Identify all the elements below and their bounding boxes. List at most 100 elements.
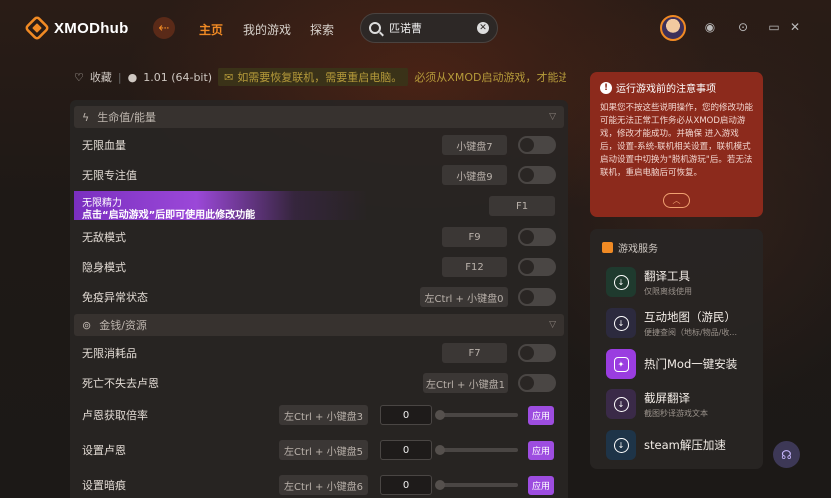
favorite-label[interactable]: 收藏 xyxy=(90,69,112,85)
section-money[interactable]: ⊚ 金钱/资源 ▽ xyxy=(74,314,564,336)
slider-thumb[interactable] xyxy=(435,480,445,490)
hotkey-button[interactable]: 左Ctrl + 小键盘3 xyxy=(279,405,368,425)
game-info-bar: ♡ 收藏 | ● 1.01 (64-bit) ✉ 如需要恢复联机，需要重启电脑。… xyxy=(74,68,566,86)
arrow-left-icon: ⇠ xyxy=(158,20,170,36)
settings-icon[interactable]: ◉ xyxy=(703,20,717,34)
apply-button[interactable]: 应用 xyxy=(528,405,554,425)
mod-toggle[interactable] xyxy=(518,258,556,276)
value-slider[interactable] xyxy=(435,480,518,490)
value-slider[interactable] xyxy=(435,410,518,420)
hotkey-button[interactable]: 小键盘7 xyxy=(442,135,507,155)
notice-banner: ✉ 如需要恢复联机，需要重启电脑。 xyxy=(218,68,409,86)
steam-accelerate-icon: ↓ xyxy=(606,430,636,460)
hotkey-button[interactable]: 左Ctrl + 小键盘6 xyxy=(279,475,368,495)
service-subtitle: 仅限离线使用 xyxy=(644,286,692,296)
mod-label: 死亡不失去卢恩 xyxy=(82,377,159,390)
steam-icon: ● xyxy=(127,70,138,84)
apply-button[interactable]: 应用 xyxy=(528,440,554,460)
service-subtitle: 截图秒译游戏文本 xyxy=(644,408,708,418)
mod-toggle[interactable] xyxy=(518,166,556,184)
mod-row: 无限消耗品 F7 xyxy=(70,338,568,368)
notice-text-2: 必须从XMOD启动游戏，才能进行 xyxy=(414,71,566,84)
search-icon xyxy=(369,22,381,34)
hotkey-button[interactable]: 左Ctrl + 小键盘0 xyxy=(420,287,508,307)
notice-text: 如需要恢复联机，需要重启电脑。 xyxy=(237,71,403,84)
headset-icon: ☊ xyxy=(781,447,792,462)
nav-my-games[interactable]: 我的游戏 xyxy=(243,21,291,38)
slider-thumb[interactable] xyxy=(435,445,445,455)
service-item[interactable]: ↓ 翻译工具仅限离线使用 xyxy=(606,265,756,299)
mod-label: 无限专注值 xyxy=(82,169,137,182)
nav-home[interactable]: 主页 xyxy=(199,21,223,38)
hotkey-button[interactable]: 小键盘9 xyxy=(442,165,507,185)
heart-icon[interactable]: ♡ xyxy=(74,71,84,84)
chevron-up-icon: ︿ xyxy=(672,196,681,205)
box-icon xyxy=(602,242,613,253)
hotkey-button[interactable]: 左Ctrl + 小键盘5 xyxy=(279,440,368,460)
value-input[interactable]: 0 xyxy=(380,475,432,495)
avatar[interactable] xyxy=(660,15,686,41)
launch-tip: 点击“启动游戏”后即可使用此修改功能 xyxy=(82,210,256,221)
back-button[interactable]: ⇠ xyxy=(153,17,175,39)
app-name: XMODhub xyxy=(54,19,129,37)
mod-toggle[interactable] xyxy=(518,288,556,306)
bolt-icon: ϟ xyxy=(82,110,90,124)
version-label[interactable]: 1.01 (64-bit) xyxy=(143,71,212,84)
mod-toggle[interactable] xyxy=(518,136,556,154)
nav-explore[interactable]: 探索 xyxy=(310,21,334,38)
service-item[interactable]: ↓ 互动地图（游民） 便捷查阅（地标/物品/收... xyxy=(606,306,756,340)
mod-toggle[interactable] xyxy=(518,344,556,362)
minimize-icon[interactable]: ⊙ xyxy=(736,20,750,34)
service-item[interactable]: ↓ 截屏翻译 截图秒译游戏文本 xyxy=(606,387,756,421)
app-logo[interactable]: XMODhub xyxy=(23,14,129,42)
value-mod-row: 卢恩获取倍率 左Ctrl + 小键盘3 0 应用 xyxy=(70,400,568,430)
mod-row: 无限专注值 小键盘9 xyxy=(70,160,568,190)
mod-row: 免疫异常状态 左Ctrl + 小键盘0 xyxy=(70,282,568,312)
service-title: steam解压加速 xyxy=(644,438,726,452)
mod-label: 无限消耗品 xyxy=(82,347,137,360)
value-input[interactable]: 0 xyxy=(380,440,432,460)
mod-label: 无敌模式 xyxy=(82,231,126,244)
clear-icon[interactable]: ✕ xyxy=(477,22,489,34)
translate-icon: ↓ xyxy=(606,267,636,297)
mod-label: 隐身模式 xyxy=(82,261,126,274)
search-input[interactable]: 匹诺曹 xyxy=(389,20,469,36)
support-button[interactable]: ☊ xyxy=(773,441,800,468)
slider-thumb[interactable] xyxy=(435,410,445,420)
value-slider[interactable] xyxy=(435,445,518,455)
service-subtitle: 便捷查阅（地标/物品/收... xyxy=(644,327,738,337)
close-icon[interactable]: ✕ xyxy=(788,20,802,34)
hotkey-button[interactable]: F12 xyxy=(442,257,507,277)
section-title: 生命值/能量 xyxy=(97,111,156,124)
hotkey-button[interactable]: F7 xyxy=(442,343,507,363)
value-input[interactable]: 0 xyxy=(380,405,432,425)
hotkey-button[interactable]: F9 xyxy=(442,227,507,247)
mod-row: 隐身模式 F12 xyxy=(70,252,568,282)
services-header: 游戏服务 xyxy=(602,240,658,255)
mod-label: 无限血量 xyxy=(82,139,126,152)
mod-label: 设置卢恩 xyxy=(82,444,126,457)
service-title: 互动地图（游民） xyxy=(644,309,736,324)
mod-row-highlighted[interactable]: 无限精力 点击“启动游戏”后即可使用此修改功能 F1 xyxy=(74,191,564,221)
mod-toggle[interactable] xyxy=(518,374,556,392)
search-box[interactable]: 匹诺曹 ✕ xyxy=(360,13,498,43)
service-title: 热门Mod一键安装 xyxy=(644,357,738,371)
section-title: 金钱/资源 xyxy=(99,319,147,332)
mod-label: 卢恩获取倍率 xyxy=(82,409,148,422)
hotkey-button[interactable]: F1 xyxy=(489,196,555,216)
mod-row: 无敌模式 F9 xyxy=(70,222,568,252)
maximize-icon[interactable]: ▭ xyxy=(767,20,781,34)
mod-toggle[interactable] xyxy=(518,228,556,246)
service-title: 翻译工具 xyxy=(644,268,690,283)
service-item[interactable]: ✦ 热门Mod一键安装 xyxy=(606,347,756,381)
alert-icon: ! xyxy=(600,81,612,94)
apply-button[interactable]: 应用 xyxy=(528,475,554,495)
warning-body: 如果您不按这些说明操作，您的修改功能可能无法正常工作务必从XMOD启动游戏，修改… xyxy=(600,103,754,178)
section-health[interactable]: ϟ 生命值/能量 ▽ xyxy=(74,106,564,128)
hotkey-button[interactable]: 左Ctrl + 小键盘1 xyxy=(423,373,508,393)
value-mod-row: 设置暗痕 左Ctrl + 小键盘6 0 应用 xyxy=(70,470,568,498)
collapse-button[interactable]: ︿ xyxy=(663,193,690,208)
mod-label: 免疫异常状态 xyxy=(82,291,148,304)
service-item[interactable]: ↓ steam解压加速 xyxy=(606,428,756,462)
mod-panel: ϟ 生命值/能量 ▽ 无限血量 小键盘7 无限专注值 小键盘9 无限精力 点击“… xyxy=(70,100,568,498)
